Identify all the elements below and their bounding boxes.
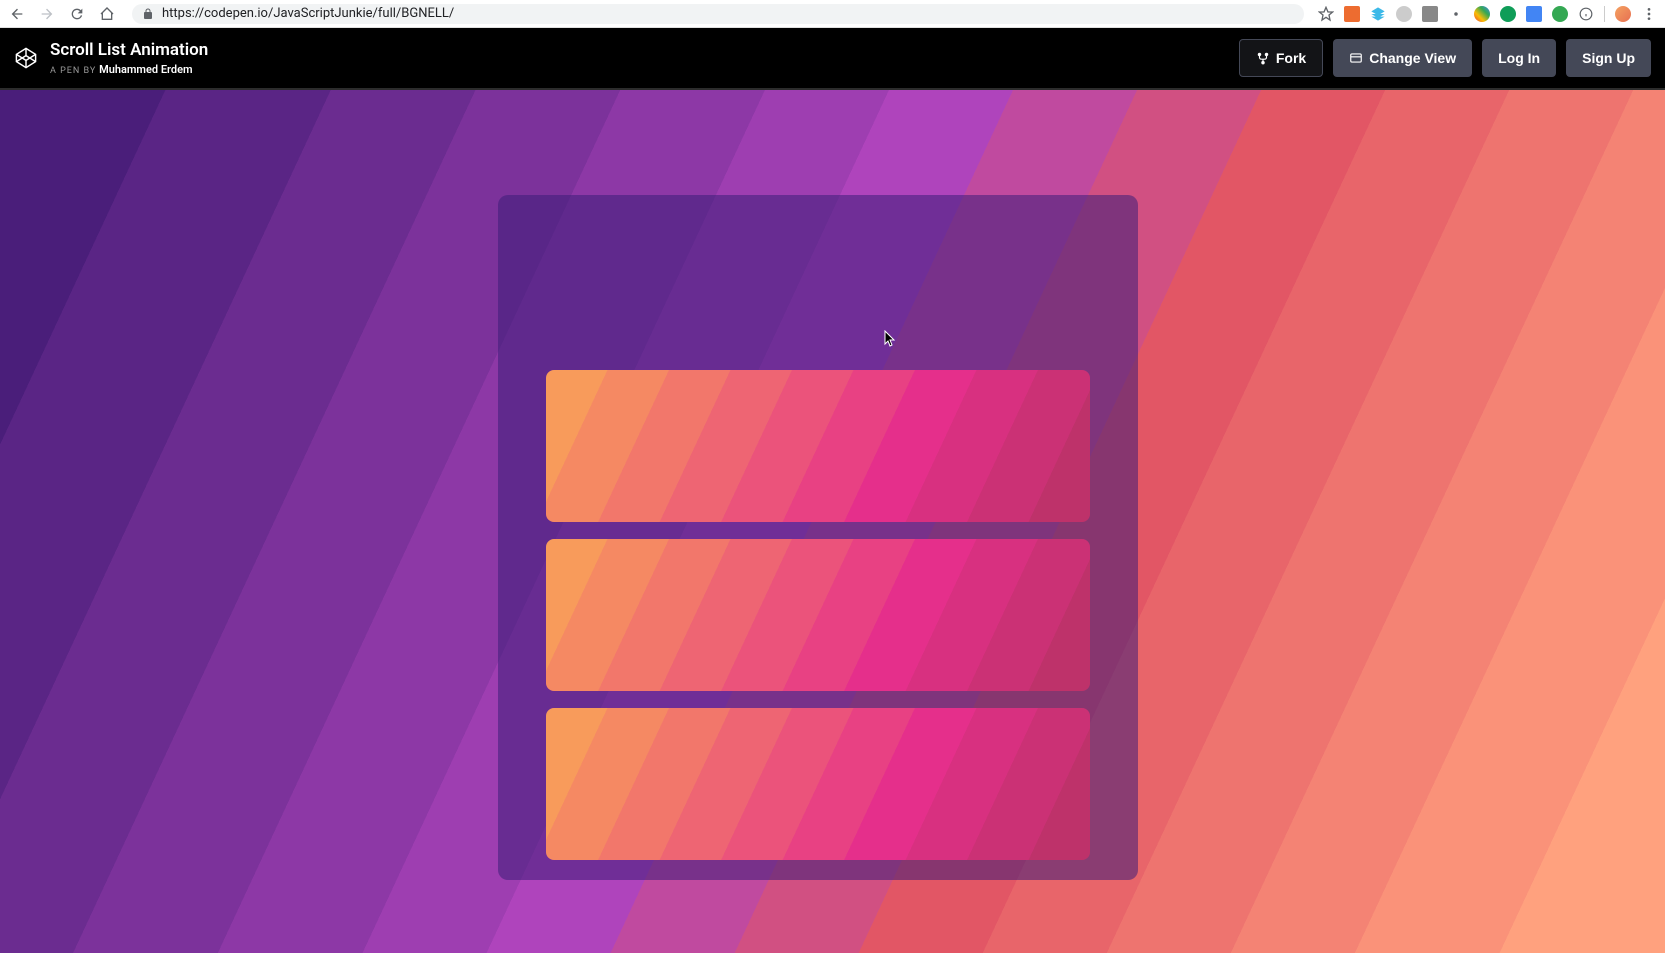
signup-button[interactable]: Sign Up (1566, 39, 1651, 77)
menu-icon[interactable] (1641, 6, 1657, 22)
back-icon (9, 6, 25, 22)
extension-icon-1[interactable] (1344, 6, 1360, 22)
reload-button[interactable] (68, 5, 86, 23)
change-view-label: Change View (1369, 50, 1456, 66)
pen-title: Scroll List Animation (50, 40, 1239, 60)
list-item[interactable] (546, 539, 1090, 691)
byline-prefix: A Pen By (50, 66, 96, 76)
browser-chrome: https://codepen.io/JavaScriptJunkie/full… (0, 0, 1665, 28)
forward-icon (39, 6, 55, 22)
codepen-header: Scroll List Animation A Pen By Muhammed … (0, 28, 1665, 90)
extension-icon-3[interactable] (1396, 6, 1412, 22)
fork-label: Fork (1276, 50, 1306, 66)
pen-info: Scroll List Animation A Pen By Muhammed … (50, 40, 1239, 75)
change-view-button[interactable]: Change View (1333, 39, 1472, 77)
login-label: Log In (1498, 50, 1540, 66)
extension-icon-9[interactable] (1552, 6, 1568, 22)
extension-icon-2[interactable] (1370, 6, 1386, 22)
chrome-actions (1318, 6, 1657, 22)
change-view-icon (1349, 51, 1363, 65)
home-button[interactable] (98, 5, 116, 23)
login-button[interactable]: Log In (1482, 39, 1556, 77)
url-text: https://codepen.io/JavaScriptJunkie/full… (162, 6, 454, 21)
fork-button[interactable]: Fork (1239, 39, 1323, 77)
codepen-logo-icon[interactable] (14, 46, 38, 70)
lock-icon (142, 8, 154, 20)
pen-author[interactable]: Muhammed Erdem (99, 63, 193, 76)
extension-icon-7[interactable] (1500, 6, 1516, 22)
reload-icon (69, 6, 85, 22)
address-bar[interactable]: https://codepen.io/JavaScriptJunkie/full… (132, 4, 1304, 24)
header-actions: Fork Change View Log In Sign Up (1239, 39, 1651, 77)
pen-byline: A Pen By Muhammed Erdem (50, 63, 1239, 76)
info-icon[interactable] (1578, 6, 1594, 22)
scroll-panel[interactable] (498, 195, 1138, 880)
extension-icon-4[interactable] (1422, 6, 1438, 22)
profile-avatar[interactable] (1615, 6, 1631, 22)
signup-label: Sign Up (1582, 50, 1635, 66)
extension-icon-6[interactable] (1474, 6, 1490, 22)
star-icon[interactable] (1318, 6, 1334, 22)
forward-button[interactable] (38, 5, 56, 23)
content-area (0, 90, 1665, 953)
list-item[interactable] (546, 708, 1090, 860)
extension-icon-5[interactable] (1448, 6, 1464, 22)
back-button[interactable] (8, 5, 26, 23)
nav-buttons (8, 5, 116, 23)
divider (1604, 6, 1605, 22)
list-item[interactable] (546, 370, 1090, 522)
home-icon (99, 6, 115, 22)
fork-icon (1256, 51, 1270, 65)
extension-icon-8[interactable] (1526, 6, 1542, 22)
